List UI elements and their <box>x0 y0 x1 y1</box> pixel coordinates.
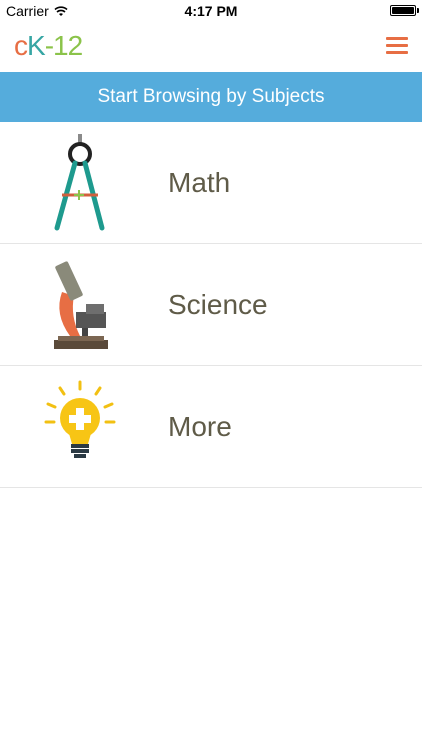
microscope-icon <box>54 261 108 349</box>
subject-row-science[interactable]: Science <box>0 244 422 366</box>
ck12-logo[interactable]: cK-12 <box>14 30 83 62</box>
status-time: 4:17 PM <box>184 3 238 19</box>
logo-k: K <box>27 30 46 61</box>
subject-row-math[interactable]: Math <box>0 122 422 244</box>
browse-banner: Start Browsing by Subjects <box>0 72 422 122</box>
subject-row-more[interactable]: More <box>0 366 422 488</box>
subject-label: Science <box>168 289 268 320</box>
logo-c: c <box>14 30 28 61</box>
subject-label: More <box>168 411 232 442</box>
lightbulb-icon <box>44 380 116 458</box>
compass-icon <box>54 134 105 231</box>
hamburger-menu-icon[interactable] <box>386 37 408 55</box>
battery-tip <box>417 8 419 13</box>
subject-list: Math Science More <box>0 122 422 488</box>
battery-icon <box>390 5 416 16</box>
logo-rest: -12 <box>44 30 83 61</box>
subject-label: Math <box>168 167 231 198</box>
status-bar: Carrier 4:17 PM <box>0 0 422 22</box>
nav-bar: cK-12 <box>0 22 422 72</box>
